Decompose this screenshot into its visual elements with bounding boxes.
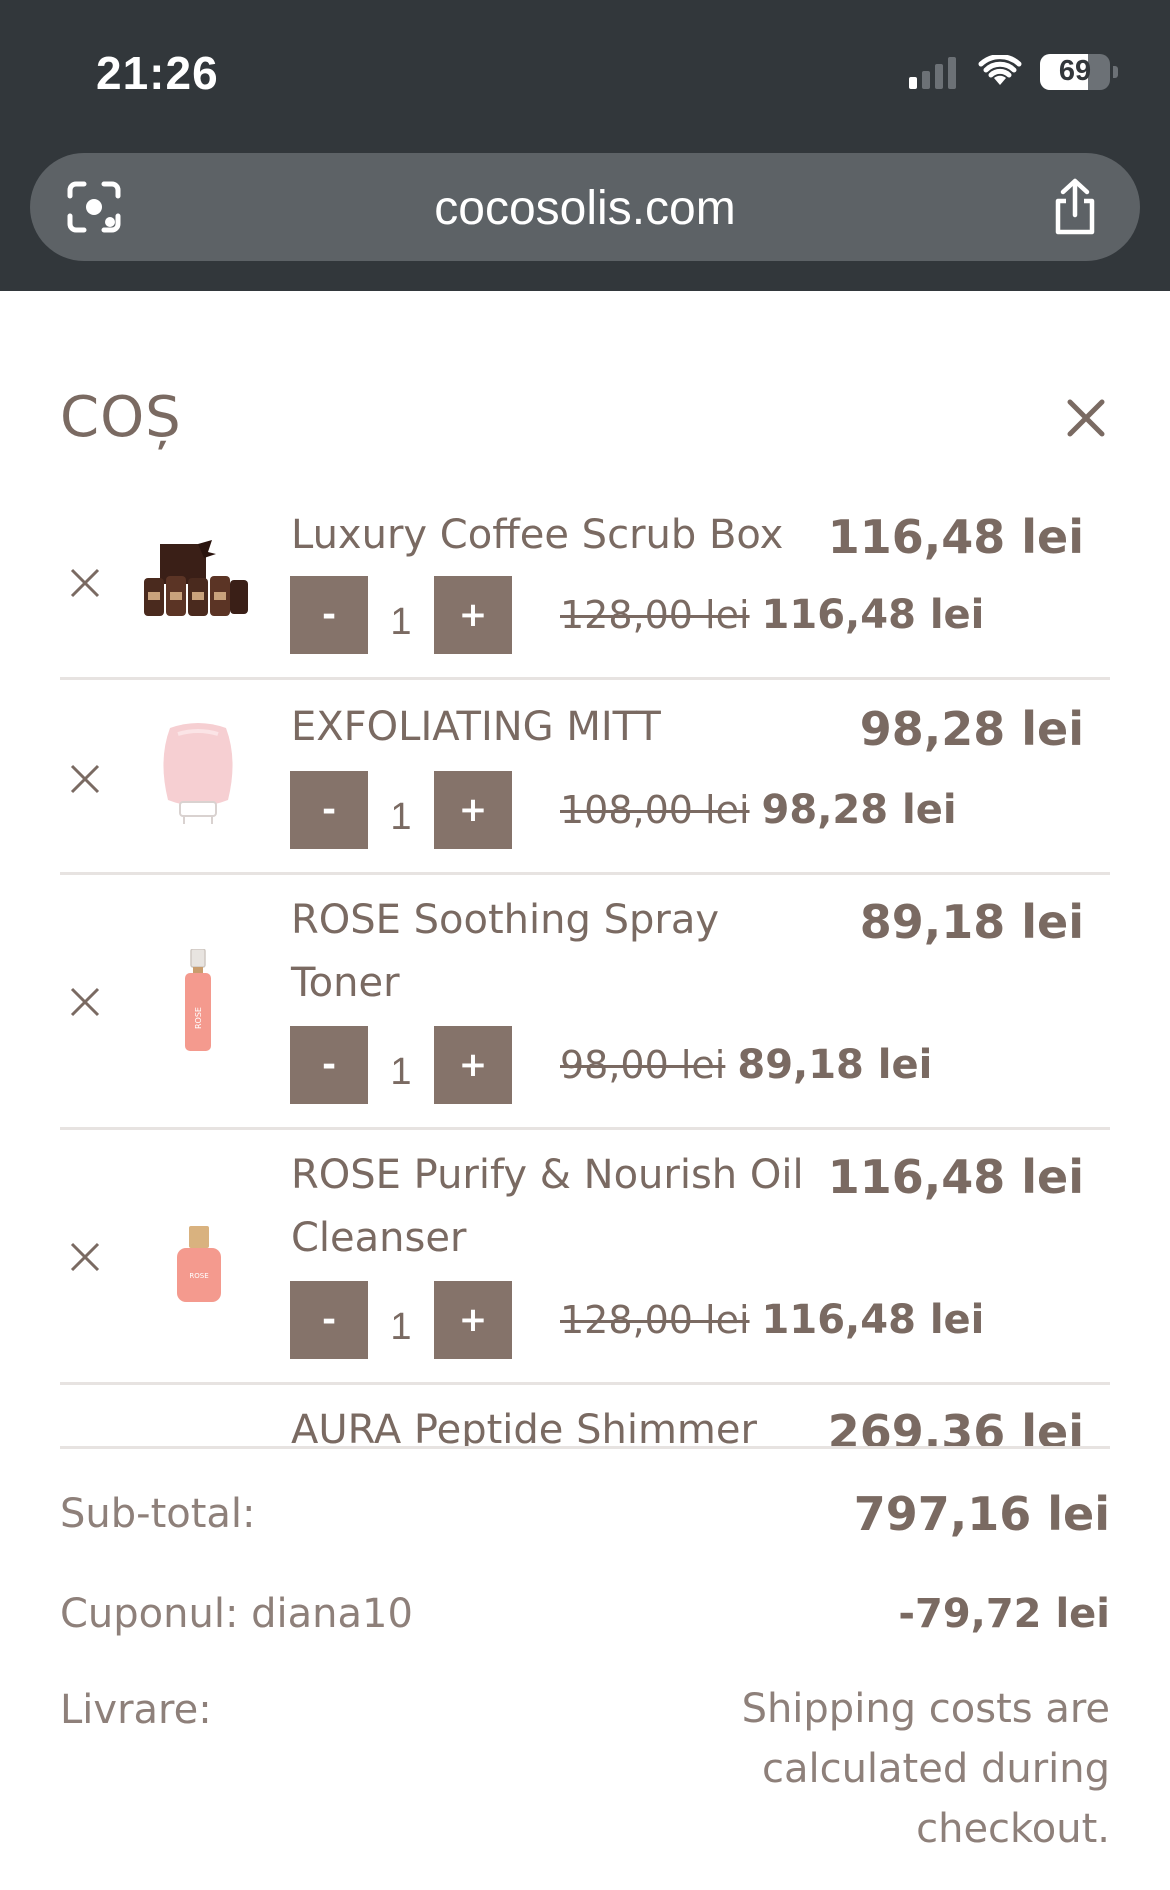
coupon-value: -79,72 lei [898,1591,1110,1637]
cart-item: ROSE ROSE Purify & Nourish Oil Cleanser … [60,1130,1110,1385]
svg-text:ROSE: ROSE [194,1007,203,1029]
cart-totals: Sub-total: 797,16 lei Cuponul: diana10 -… [60,1446,1110,1852]
product-image-rose-oil-cleanser[interactable]: ROSE [176,1226,222,1304]
line-total: 116,48 lei [827,1150,1084,1204]
cart-items-list[interactable]: Luxury Coffee Scrub Box 116,48 lei - 1 +… [0,480,1170,1446]
cart-title: COȘ [60,385,182,450]
remove-item-icon[interactable] [70,987,100,1017]
original-price: 108,00 lei [560,788,750,832]
browser-chrome: 21:26 69 cocosolis.com [0,0,1170,291]
quantity-value[interactable]: 1 [368,1292,434,1349]
wifi-icon [978,55,1022,85]
discounted-price: 98,28 lei [761,787,957,833]
subtotal-label: Sub-total: [60,1491,256,1537]
remove-item-icon[interactable] [70,1242,100,1272]
quantity-value[interactable]: 1 [368,1037,434,1094]
status-icons: 69 [909,54,1118,90]
line-total: 98,28 lei [859,702,1084,756]
cart-item: Luxury Coffee Scrub Box 116,48 lei - 1 +… [60,480,1110,680]
discounted-price: 89,18 lei [737,1042,933,1088]
shipping-note: Shipping costs are calculated during che… [741,1686,1110,1852]
remove-item-icon[interactable] [70,764,100,794]
quantity-value[interactable]: 1 [368,587,434,644]
svg-text:ROSE: ROSE [189,1272,208,1280]
line-total: 116,48 lei [827,510,1084,564]
line-total: 89,18 lei [859,895,1084,949]
cart-item: ROSE ROSE Soothing Spray Toner 89,18 lei… [60,875,1110,1130]
original-price: 98,00 lei [560,1043,726,1087]
battery-icon: 69 [1040,54,1110,90]
close-icon[interactable] [1064,396,1108,440]
increase-quantity-button[interactable]: + [434,1281,512,1359]
increase-quantity-button[interactable]: + [434,771,512,849]
quantity-stepper: - 1 + 108,00 lei 98,28 lei [290,771,957,849]
url-text[interactable]: cocosolis.com [30,181,1140,236]
product-name[interactable]: ROSE Purify & Nourish Oil Cleanser [291,1144,831,1270]
product-image-rose-spray-toner[interactable]: ROSE [183,949,213,1053]
cart-item: EXFOLIATING MITT 98,28 lei - 1 + 108,00 … [60,680,1110,875]
shipping-label: Livrare: [60,1687,212,1733]
product-name[interactable]: Luxury Coffee Scrub Box [291,504,831,567]
subtotal-value: 797,16 lei [853,1487,1110,1541]
status-time: 21:26 [96,47,219,99]
battery-cap [1113,66,1118,78]
remove-item-icon[interactable] [70,568,100,598]
coupon-label: Cuponul: diana10 [60,1591,413,1637]
product-name[interactable]: EXFOLIATING MITT [291,696,831,759]
increase-quantity-button[interactable]: + [434,576,512,654]
address-bar[interactable]: cocosolis.com [30,153,1140,261]
product-image-coffee-scrub-box[interactable] [142,540,252,620]
battery-level: 69 [1058,55,1092,87]
decrease-quantity-button[interactable]: - [290,771,368,849]
original-price: 128,00 lei [560,1298,750,1342]
product-image-exfoliating-mitt[interactable] [158,720,238,830]
product-name[interactable]: AURA Peptide Shimmer [291,1399,831,1446]
original-price: 128,00 lei [560,593,750,637]
decrease-quantity-button[interactable]: - [290,1281,368,1359]
quantity-value[interactable]: 1 [368,782,434,839]
discounted-price: 116,48 lei [761,592,985,638]
share-icon[interactable] [1050,177,1100,237]
quantity-stepper: - 1 + 128,00 lei 116,48 lei [290,1281,984,1359]
increase-quantity-button[interactable]: + [434,1026,512,1104]
discounted-price: 116,48 lei [761,1297,985,1343]
cart-item: AURA Peptide Shimmer 269,36 lei [60,1385,1110,1446]
quantity-stepper: - 1 + 128,00 lei 116,48 lei [290,576,984,654]
decrease-quantity-button[interactable]: - [290,1026,368,1104]
quantity-stepper: - 1 + 98,00 lei 89,18 lei [290,1026,932,1104]
cellular-signal-icon [909,55,956,89]
decrease-quantity-button[interactable]: - [290,576,368,654]
product-name[interactable]: ROSE Soothing Spray Toner [291,889,831,1015]
line-total: 269,36 lei [827,1405,1084,1446]
